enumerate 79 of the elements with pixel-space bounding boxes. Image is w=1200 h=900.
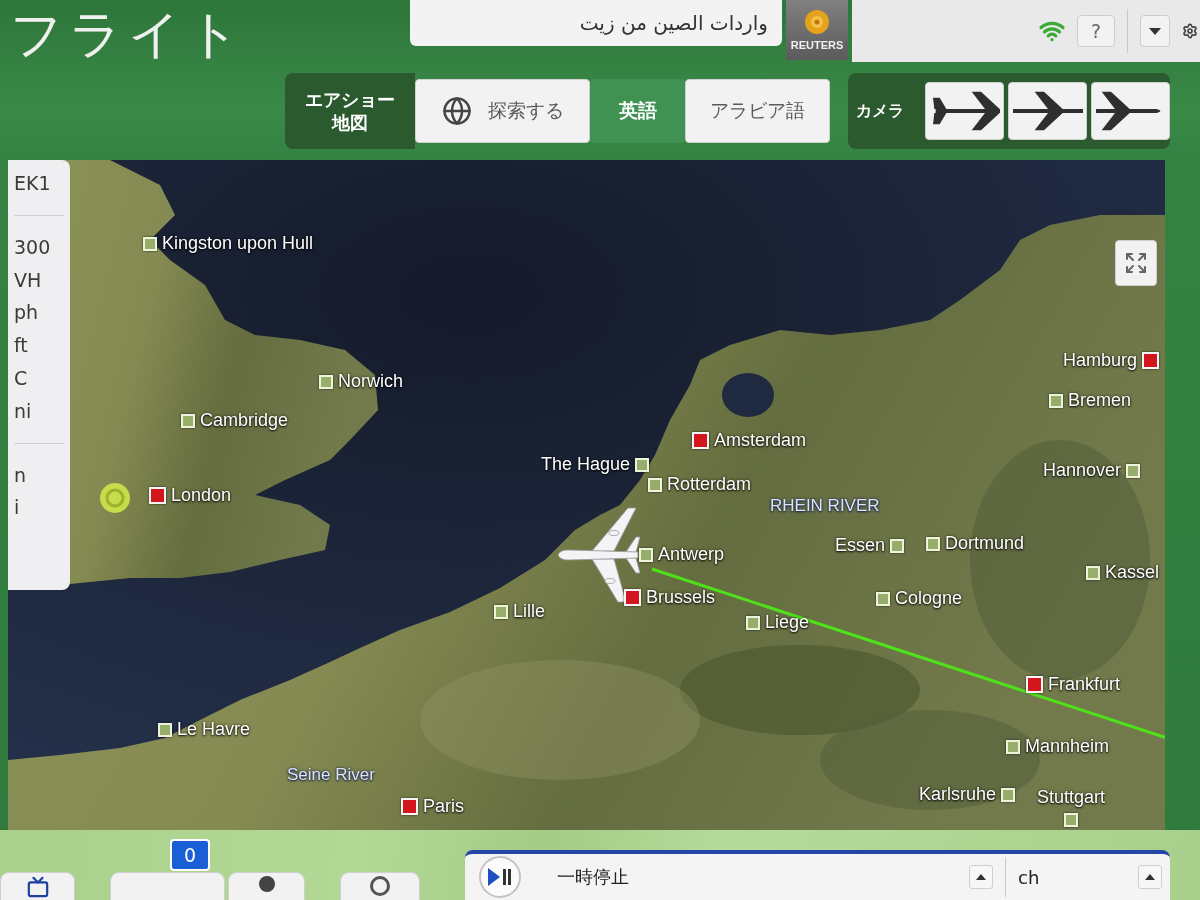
news-headline: واردات الصين من زيت bbox=[579, 11, 768, 35]
flight-info-value: ft bbox=[14, 334, 29, 357]
city-label: Rotterdam bbox=[667, 474, 752, 495]
menu-button[interactable] bbox=[228, 872, 305, 900]
camera-view-button[interactable] bbox=[1008, 82, 1088, 140]
city-label: Karlsruhe bbox=[918, 784, 996, 805]
city-label: Hamburg bbox=[1062, 350, 1137, 371]
flight-info-value: ph bbox=[14, 301, 40, 325]
city-label: Brussels bbox=[646, 587, 716, 608]
airplane-icon bbox=[556, 505, 640, 605]
city-label: Le Havre bbox=[177, 719, 251, 740]
language-tab[interactable]: アラビア語 bbox=[685, 79, 830, 143]
flight-info-value: n bbox=[14, 463, 28, 487]
city-label: Amsterdam bbox=[714, 430, 807, 451]
river-label: RHEIN RIVER bbox=[770, 496, 880, 516]
city-label: Kingston upon Hull bbox=[162, 233, 314, 254]
city-label: Lille bbox=[513, 601, 546, 622]
flight-info-value: i bbox=[14, 496, 21, 520]
major-city-marker-icon bbox=[692, 432, 709, 449]
language-tab[interactable]: 探索する bbox=[415, 79, 590, 143]
camera-view-button[interactable] bbox=[925, 82, 1005, 140]
flight-info-value: 300 bbox=[14, 235, 52, 259]
camera-label: カメラ bbox=[856, 100, 905, 122]
caret-down-icon bbox=[1149, 27, 1161, 35]
news-source-label: REUTERS bbox=[790, 39, 844, 51]
city-marker-icon bbox=[1064, 813, 1078, 827]
notification-badge: 0 bbox=[170, 839, 210, 871]
expand-icon bbox=[1124, 251, 1148, 275]
city-label: Frankfurt bbox=[1048, 674, 1121, 695]
city-label: Stuttgart bbox=[1037, 787, 1105, 808]
city-label: Bremen bbox=[1068, 390, 1132, 411]
dropdown-button[interactable] bbox=[1140, 15, 1170, 47]
major-city-marker-icon bbox=[624, 589, 641, 606]
major-city-marker-icon bbox=[1026, 676, 1043, 693]
city-label: Essen bbox=[834, 535, 885, 556]
playback-status: 一時停止 bbox=[557, 865, 630, 889]
settings-icon[interactable] bbox=[1182, 23, 1198, 39]
scroll-up-button[interactable] bbox=[1138, 865, 1162, 889]
city-label: Dortmund bbox=[945, 533, 1025, 554]
major-city-marker-icon bbox=[1142, 352, 1159, 369]
city-label: Kassel bbox=[1105, 562, 1160, 583]
city-label: Mannheim bbox=[1025, 736, 1110, 757]
city-label: Antwerp bbox=[658, 544, 725, 565]
city-label: Liege bbox=[765, 612, 810, 633]
major-city-marker-icon bbox=[149, 487, 166, 504]
dot-icon bbox=[258, 876, 275, 892]
city-label: London bbox=[171, 485, 232, 506]
flight-info-value: C bbox=[14, 367, 29, 390]
play-pause-button[interactable] bbox=[479, 856, 521, 898]
city-label: Cambridge bbox=[200, 410, 289, 431]
location-ring-icon bbox=[99, 482, 131, 514]
flight-info-value: EK1 bbox=[14, 172, 52, 195]
dotted-sun-logo-icon bbox=[804, 9, 830, 35]
tv-icon bbox=[26, 876, 49, 898]
map-mode-label: エアショー地図 bbox=[285, 73, 415, 149]
channel-label: ch bbox=[1018, 866, 1041, 888]
flight-info-value: VH bbox=[14, 268, 43, 292]
camera-view-button[interactable] bbox=[1091, 82, 1170, 140]
globe-icon bbox=[441, 96, 472, 126]
menu-button[interactable] bbox=[0, 872, 75, 900]
city-label: Paris bbox=[423, 796, 464, 817]
airplane-icon bbox=[1012, 91, 1083, 131]
city-label: The Hague bbox=[540, 454, 630, 475]
menu-button[interactable] bbox=[340, 872, 420, 900]
language-tab[interactable]: 英語 bbox=[590, 79, 685, 143]
play-pause-icon bbox=[488, 868, 512, 886]
ring-icon bbox=[370, 876, 390, 896]
caret-up-icon bbox=[1145, 874, 1155, 880]
flight-info-value: ni bbox=[14, 399, 33, 423]
scroll-up-button[interactable] bbox=[969, 865, 993, 889]
city-label: Norwich bbox=[338, 371, 403, 392]
city-label: Cologne bbox=[895, 588, 963, 609]
screen-title: フライト bbox=[9, 3, 247, 60]
river-label: Seine River bbox=[287, 765, 375, 785]
fullscreen-button[interactable] bbox=[1115, 240, 1157, 286]
major-city-marker-icon bbox=[401, 798, 418, 815]
city-label: Hannover bbox=[1042, 460, 1121, 481]
help-button[interactable]: ? bbox=[1077, 15, 1115, 47]
caret-up-icon bbox=[976, 874, 986, 880]
